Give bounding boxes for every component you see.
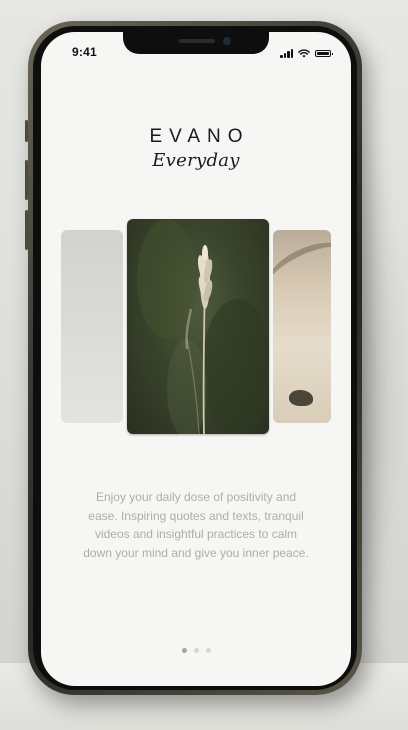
side-button-volume-down — [25, 210, 28, 250]
page-indicator — [41, 648, 351, 653]
status-icons — [280, 46, 333, 58]
grass-stalk-image — [137, 219, 269, 434]
app-tagline: Everyday — [152, 150, 240, 171]
wifi-icon — [298, 49, 310, 58]
battery-icon — [315, 50, 333, 57]
cellular-signal-icon — [280, 49, 293, 58]
side-button-volume-up — [25, 160, 28, 200]
beach-shore-image — [273, 231, 331, 311]
notch — [123, 32, 269, 54]
carousel-card-next[interactable] — [273, 230, 331, 423]
page-dot-1[interactable] — [181, 648, 187, 653]
speaker — [179, 39, 215, 43]
app-logo: EVANO — [149, 126, 250, 147]
rock-shape — [289, 390, 313, 406]
status-time: 9:41 — [72, 45, 97, 59]
onboarding-description: Enjoy your daily dose of positivity and … — [83, 490, 309, 560]
carousel-card-previous[interactable] — [61, 230, 123, 423]
carousel-card-current[interactable] — [127, 219, 269, 434]
front-camera — [223, 37, 231, 45]
side-button-silent — [25, 120, 28, 142]
app-screen: 9:41 EVANO Everyday Enjoy your daily dos… — [41, 32, 351, 686]
page-dot-3[interactable] — [205, 648, 211, 653]
page-dot-2[interactable] — [193, 648, 199, 653]
